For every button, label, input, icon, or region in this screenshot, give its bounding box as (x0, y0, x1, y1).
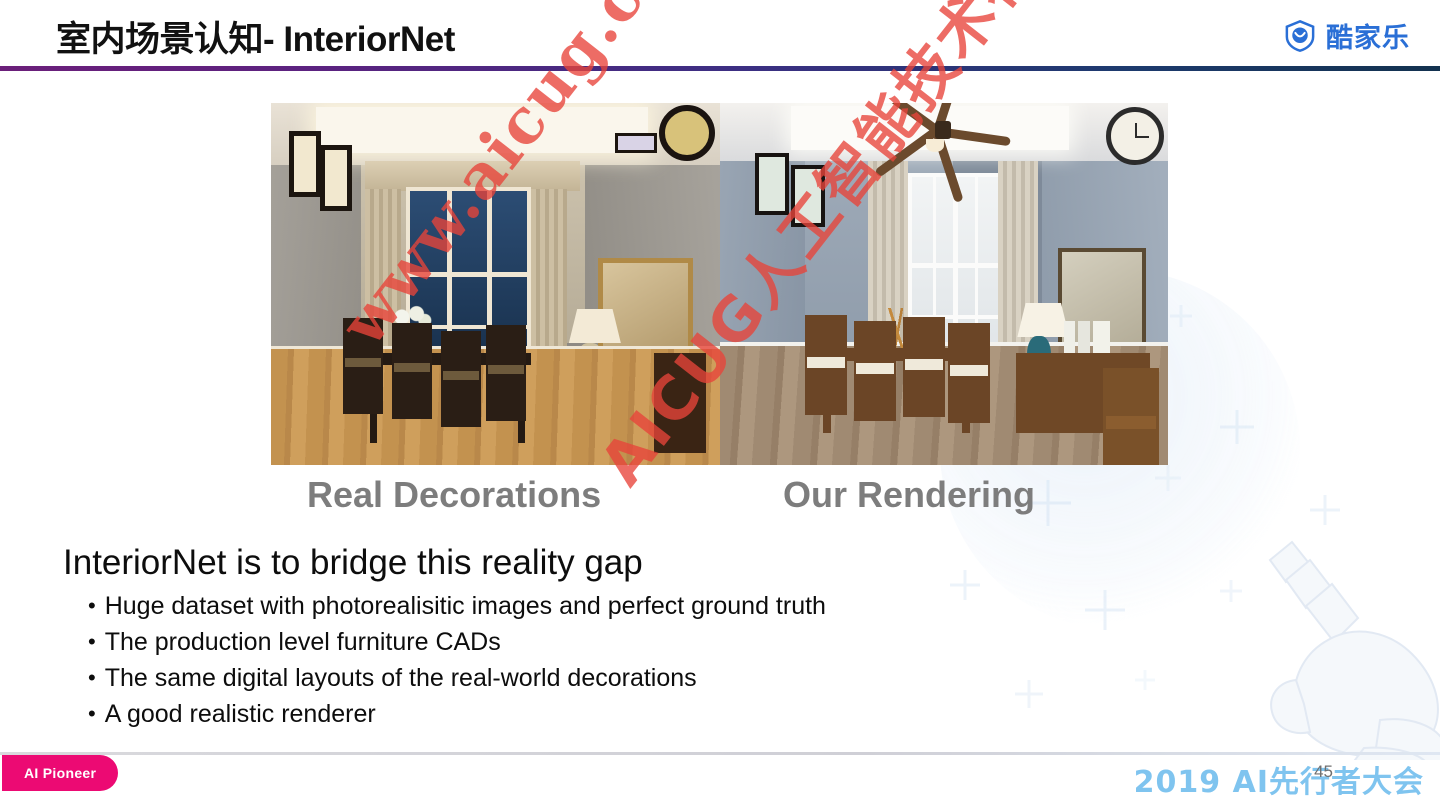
brand-name: 酷家乐 (1326, 23, 1410, 54)
our-rendering-image (719, 103, 1168, 465)
list-item: • The production level furniture CADs (88, 624, 826, 660)
page-title: 室内场景认知- InteriorNet (56, 22, 455, 58)
brand-logo: 酷家乐 (1283, 16, 1410, 55)
page-number: 45 (1314, 762, 1333, 781)
ai-pioneer-badge: AI Pioneer (6, 755, 119, 791)
slide-root: 室内场景认知- InteriorNet 酷家乐 Real Decorations… (0, 0, 1440, 810)
bullet-list: • Huge dataset with photorealisitic imag… (88, 588, 826, 732)
comparison-figure (271, 103, 1168, 465)
caption-real-decorations: Real Decorations (307, 474, 602, 515)
bullet-marker-icon: • (88, 629, 96, 654)
lead-statement: InteriorNet is to bridge this reality ga… (63, 543, 643, 582)
page-title-en: - InteriorNet (263, 20, 455, 59)
list-item: • Huge dataset with photorealisitic imag… (88, 588, 826, 624)
robot-hand-graphic (1268, 540, 1440, 760)
header-divider (0, 66, 1440, 71)
shield-smile-icon (1285, 19, 1315, 52)
page-title-cn: 室内场景认知 (56, 20, 264, 60)
caption-our-rendering: Our Rendering (783, 474, 1036, 515)
real-decoration-photo (271, 103, 720, 465)
slide-header: 室内场景认知- InteriorNet 酷家乐 (0, 0, 1440, 68)
list-item: • A good realistic renderer (88, 696, 826, 732)
bullet-marker-icon: • (88, 701, 96, 726)
list-item-label: The production level furniture CADs (104, 628, 501, 656)
bullet-marker-icon: • (88, 665, 96, 690)
list-item-label: Huge dataset with photorealisitic images… (104, 592, 826, 620)
list-item: • The same digital layouts of the real-w… (88, 660, 826, 696)
figure-captions: Real Decorations Our Rendering (271, 474, 1168, 526)
footer-divider (0, 752, 1440, 755)
conference-logo-text: 2019 AI先行者大会 (1133, 765, 1424, 800)
bullet-marker-icon: • (88, 593, 96, 618)
list-item-label: A good realistic renderer (104, 700, 376, 728)
list-item-label: The same digital layouts of the real-wor… (104, 664, 697, 692)
